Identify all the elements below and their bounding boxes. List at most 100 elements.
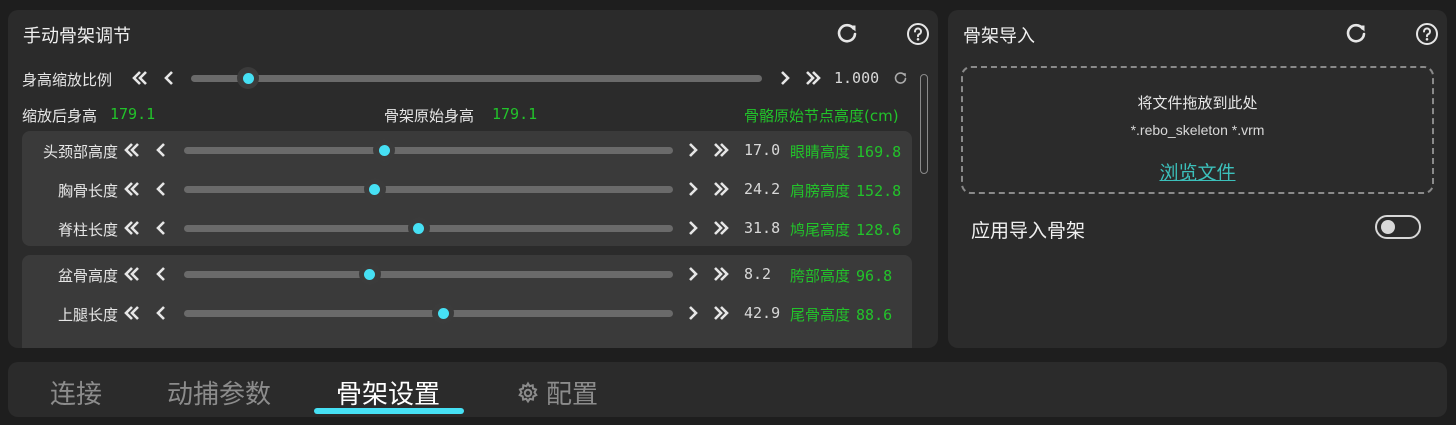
- chevron-left-icon[interactable]: [151, 218, 171, 238]
- node-height: 鸠尾高度 128.6: [790, 219, 901, 240]
- chevron-left-icon[interactable]: [151, 179, 171, 199]
- height-scale-value: 1.000: [834, 69, 880, 87]
- bone-group-lower: 盆骨高度 8.2 胯部高度 96.8 上腿长度 42.9 尾骨高度 88.6: [22, 255, 912, 348]
- double-chevron-right-icon[interactable]: [711, 303, 731, 323]
- slider-knob[interactable]: [407, 217, 430, 239]
- node-label: 尾骨高度: [790, 306, 851, 324]
- apply-import-label: 应用导入骨架: [971, 220, 1086, 242]
- chevron-left-icon[interactable]: [151, 140, 171, 160]
- double-chevron-left-icon[interactable]: [122, 140, 142, 160]
- scrollbar[interactable]: [920, 74, 928, 174]
- tab-mocap-params[interactable]: 动捕参数: [167, 374, 271, 411]
- browse-files-link[interactable]: 浏览文件: [963, 158, 1432, 185]
- original-height-label: 骨架原始身高: [384, 107, 475, 125]
- node-height: 肩膀高度 152.8: [790, 180, 901, 201]
- bone-value: 31.8: [744, 219, 781, 237]
- bone-slider[interactable]: [184, 139, 673, 161]
- double-chevron-right-icon[interactable]: [711, 218, 731, 238]
- apply-import-toggle[interactable]: [1375, 215, 1421, 239]
- double-chevron-right-icon[interactable]: [711, 179, 731, 199]
- bottom-tab-bar: 连接 动捕参数 骨架设置 配置: [8, 362, 1447, 417]
- slider-knob[interactable]: [363, 178, 386, 200]
- double-chevron-left-icon[interactable]: [122, 264, 142, 284]
- bone-slider-row: 上腿长度 42.9 尾骨高度 88.6: [22, 299, 912, 327]
- slider-knob[interactable]: [373, 139, 396, 161]
- node-label: 鸠尾高度: [790, 221, 851, 239]
- file-types-text: *.rebo_skeleton *.vrm: [1130, 122, 1265, 138]
- reset-icon[interactable]: [1343, 21, 1369, 47]
- bone-group-upper: 头颈部高度 17.0 眼睛高度 169.8 胸骨长度 24.2 肩膀高度 152.8 脊柱长度 3…: [22, 131, 912, 246]
- drop-text: 将文件拖放到此处: [1137, 94, 1258, 112]
- node-height-header: 骨骼原始节点高度(cm): [744, 107, 899, 125]
- help-icon[interactable]: [905, 21, 931, 47]
- tab-config[interactable]: 配置: [516, 374, 598, 412]
- bone-label: 胸骨长度: [57, 182, 118, 200]
- bone-slider[interactable]: [184, 178, 673, 200]
- double-chevron-right-icon[interactable]: [711, 140, 731, 160]
- bone-slider-row: 盆骨高度 8.2 胯部高度 96.8: [22, 260, 912, 288]
- chevron-right-icon[interactable]: [683, 179, 703, 199]
- chevron-right-icon[interactable]: [683, 218, 703, 238]
- node-label: 眼睛高度: [790, 143, 851, 161]
- bone-value: 8.2: [744, 265, 772, 283]
- node-value: 88.6: [856, 306, 893, 324]
- chevron-right-icon[interactable]: [775, 68, 795, 88]
- double-chevron-left-icon[interactable]: [122, 218, 142, 238]
- scaled-height-label: 缩放后身高: [22, 107, 98, 125]
- reset-small-icon[interactable]: [891, 68, 909, 88]
- skeleton-import-panel: 骨架导入 将文件拖放到此处 *.rebo_skeleton *.vrm 浏览文件…: [948, 10, 1447, 348]
- manual-skeleton-panel: 手动骨架调节 身高缩放比例 1.000 缩放后身高 179.1 骨架原始身高 1…: [8, 10, 938, 348]
- bone-label: 头颈部高度: [42, 143, 118, 161]
- slider-knob[interactable]: [358, 263, 381, 285]
- node-value: 96.8: [856, 267, 893, 285]
- double-chevron-right-icon[interactable]: [711, 264, 731, 284]
- active-tab-indicator: [314, 408, 464, 414]
- bone-label: 上腿长度: [57, 306, 118, 324]
- height-scale-label: 身高缩放比例: [22, 71, 113, 89]
- chevron-right-icon[interactable]: [683, 140, 703, 160]
- node-height: 胯部高度 96.8: [790, 265, 892, 286]
- panel-title: 手动骨架调节: [23, 26, 131, 47]
- gear-icon: [516, 381, 540, 412]
- bone-slider-row: 脊柱长度 31.8 鸠尾高度 128.6: [22, 214, 912, 242]
- node-value: 128.6: [856, 221, 902, 239]
- bone-label: 脊柱长度: [57, 221, 118, 239]
- height-info-row: 缩放后身高 179.1 骨架原始身高 179.1 骨骼原始节点高度(cm): [8, 100, 938, 128]
- reset-icon[interactable]: [834, 21, 860, 47]
- node-height: 尾骨高度 88.6: [790, 304, 892, 325]
- chevron-left-icon[interactable]: [151, 264, 171, 284]
- bone-slider-row: 胸骨长度 24.2 肩膀高度 152.8: [22, 175, 912, 203]
- panel-title: 骨架导入: [963, 26, 1035, 47]
- bone-value: 17.0: [744, 141, 781, 159]
- node-value: 169.8: [856, 143, 902, 161]
- double-chevron-left-icon[interactable]: [130, 68, 150, 88]
- double-chevron-left-icon[interactable]: [122, 179, 142, 199]
- node-value: 152.8: [856, 182, 902, 200]
- bone-slider-row: 头颈部高度 17.0 眼睛高度 169.8: [22, 136, 912, 164]
- bone-slider[interactable]: [184, 217, 673, 239]
- slider-knob[interactable]: [432, 302, 455, 324]
- height-scale-row: 身高缩放比例 1.000: [8, 64, 938, 92]
- tab-skeleton-settings[interactable]: 骨架设置: [336, 374, 440, 411]
- scaled-height-value: 179.1: [110, 105, 156, 123]
- height-scale-slider[interactable]: [191, 67, 762, 89]
- help-icon[interactable]: [1414, 21, 1440, 47]
- chevron-left-icon[interactable]: [151, 303, 171, 323]
- node-height: 眼睛高度 169.8: [790, 141, 901, 162]
- bone-slider[interactable]: [184, 302, 673, 324]
- file-dropzone[interactable]: 将文件拖放到此处 *.rebo_skeleton *.vrm 浏览文件: [961, 66, 1434, 194]
- node-label: 肩膀高度: [790, 182, 851, 200]
- double-chevron-left-icon[interactable]: [122, 303, 142, 323]
- original-height-value: 179.1: [492, 105, 538, 123]
- chevron-right-icon[interactable]: [683, 264, 703, 284]
- tab-config-label: 配置: [546, 380, 599, 410]
- double-chevron-right-icon[interactable]: [803, 68, 823, 88]
- bone-slider[interactable]: [184, 263, 673, 285]
- slider-knob[interactable]: [237, 67, 260, 89]
- bone-label: 盆骨高度: [57, 267, 118, 285]
- tab-connect[interactable]: 连接: [50, 374, 102, 411]
- bone-value: 42.9: [744, 304, 781, 322]
- chevron-left-icon[interactable]: [159, 68, 179, 88]
- bone-value: 24.2: [744, 180, 781, 198]
- chevron-right-icon[interactable]: [683, 303, 703, 323]
